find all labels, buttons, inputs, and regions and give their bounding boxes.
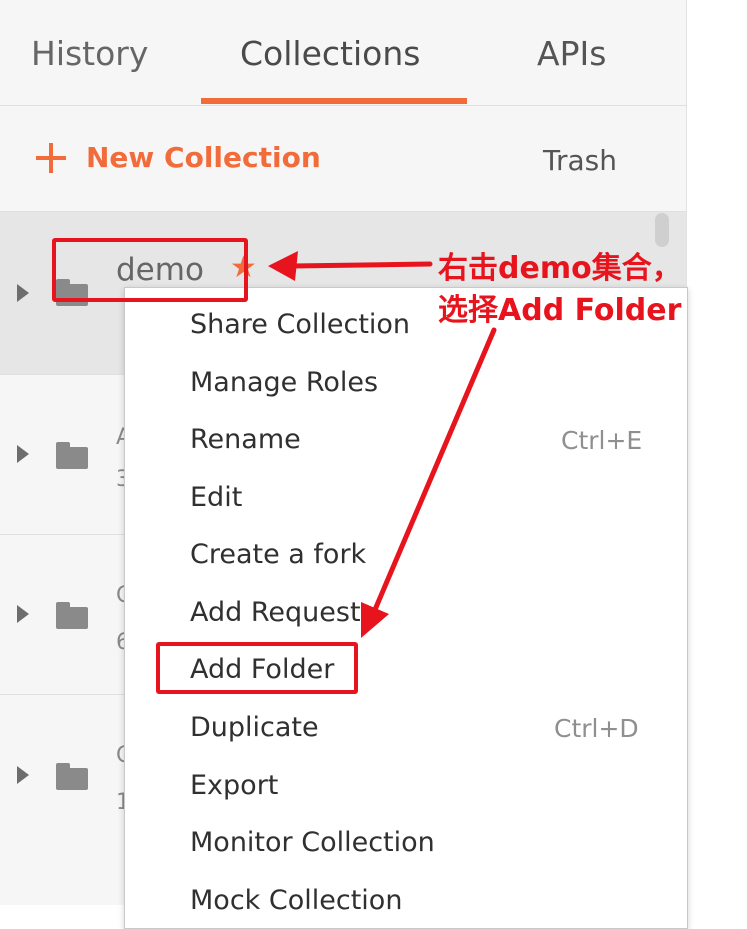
scrollbar-thumb[interactable]	[655, 213, 669, 247]
rename-shortcut: Ctrl+E	[561, 426, 643, 455]
menu-item-rename[interactable]: Rename	[190, 424, 301, 455]
menu-item-add-request[interactable]: Add Request	[190, 597, 361, 628]
menu-item-export[interactable]: Export	[190, 770, 278, 801]
new-collection-button[interactable]: New Collection	[36, 141, 321, 174]
folder-icon	[56, 602, 88, 629]
add-folder-highlight-box	[156, 642, 358, 694]
duplicate-shortcut: Ctrl+D	[554, 714, 639, 743]
caret-right-icon[interactable]	[17, 445, 29, 463]
trash-button[interactable]: Trash	[543, 144, 617, 177]
tab-apis[interactable]: APIs	[537, 34, 606, 73]
demo-highlight-box	[52, 238, 248, 302]
tab-collections[interactable]: Collections	[240, 34, 420, 73]
caret-right-icon[interactable]	[17, 605, 29, 623]
menu-item-duplicate[interactable]: Duplicate	[190, 712, 319, 743]
collection-context-menu: Share Collection Manage Roles Rename Ctr…	[124, 287, 688, 929]
collections-toolbar: New Collection Trash	[0, 106, 686, 210]
caret-right-icon[interactable]	[17, 766, 29, 784]
folder-icon	[56, 763, 88, 790]
menu-item-create-fork[interactable]: Create a fork	[190, 539, 366, 570]
menu-item-monitor-collection[interactable]: Monitor Collection	[190, 827, 435, 858]
annotation-line-1: 右击demo集合，	[438, 251, 682, 286]
menu-item-mock-collection[interactable]: Mock Collection	[190, 885, 402, 916]
menu-item-edit[interactable]: Edit	[190, 482, 242, 513]
sidebar-tabs: History Collections APIs	[0, 0, 686, 106]
menu-item-manage-roles[interactable]: Manage Roles	[190, 367, 378, 398]
tab-history[interactable]: History	[31, 34, 148, 73]
menu-item-share-collection[interactable]: Share Collection	[190, 309, 410, 340]
plus-icon	[36, 142, 66, 173]
active-tab-indicator	[201, 98, 467, 104]
main-pane-edge	[687, 0, 747, 905]
caret-right-icon[interactable]	[17, 284, 29, 302]
new-collection-label: New Collection	[86, 141, 321, 174]
folder-icon	[56, 442, 88, 469]
annotation-line-2: 选择Add Folder	[438, 293, 682, 328]
